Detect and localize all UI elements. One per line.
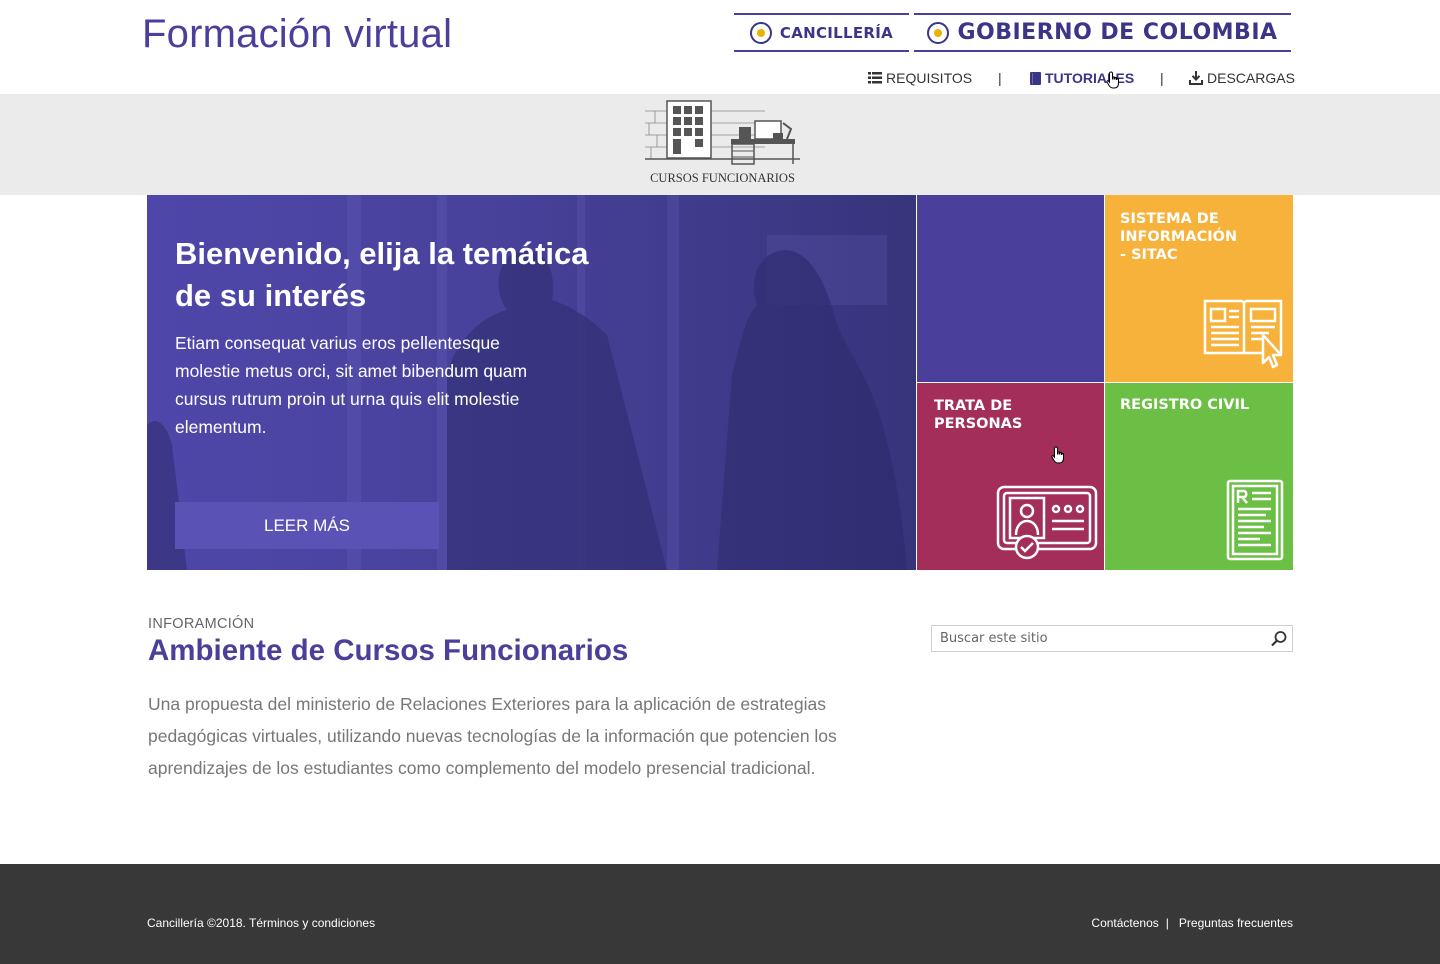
search-input[interactable] <box>932 626 1262 651</box>
section-body: Una propuesta del ministerio de Relacion… <box>148 694 837 778</box>
site-search <box>931 625 1293 652</box>
footer-contact-link[interactable]: Contáctenos <box>1091 916 1158 930</box>
download-icon <box>1189 71 1203 85</box>
gobierno-colombia-link[interactable]: GOBIERNO DE COLOMBIA <box>914 13 1291 52</box>
footer-separator: | <box>1165 916 1169 930</box>
section-title: Ambiente de Cursos Funcionarios <box>148 634 629 667</box>
cancilleria-link[interactable]: CANCILLERÍA <box>734 13 909 52</box>
hero-banner: Bienvenido, elija la temática de su inte… <box>147 195 916 570</box>
registry-document-icon <box>1226 479 1284 561</box>
nav-descargas-label: DESCARGAS <box>1207 70 1295 86</box>
hero-title: Bienvenido, elija la temática de su inte… <box>175 236 589 313</box>
newspaper-cursor-icon <box>1203 299 1283 369</box>
leer-mas-button[interactable]: LEER MÁS <box>175 502 439 549</box>
top-nav: REQUISITOS | TUTORIALES | DESCARGAS <box>866 70 1295 88</box>
book-icon <box>1030 71 1041 85</box>
footer-faq-link[interactable]: Preguntas frecuentes <box>1179 916 1293 930</box>
tile-trata-de-personas[interactable]: TRATA DE PERSONAS <box>917 383 1104 570</box>
site-footer: Cancillería ©2018. Términos y condicione… <box>0 864 1440 964</box>
colombia-seal-icon <box>927 21 950 44</box>
logo-caption: CURSOS FUNCIONARIOS <box>650 171 795 185</box>
nav-descargas[interactable]: DESCARGAS <box>1189 70 1295 86</box>
id-card-icon <box>996 485 1098 560</box>
tile-registro-civil[interactable]: REGISTRO CIVIL <box>1105 383 1293 570</box>
search-icon[interactable] <box>1270 630 1288 648</box>
tile-trata-label: TRATA DE PERSONAS <box>934 398 1023 432</box>
footer-copyright[interactable]: Cancillería ©2018. Términos y condicione… <box>147 916 375 930</box>
section-kicker: INFORAMCIÓN <box>148 616 255 632</box>
footer-links: Contáctenos | Preguntas frecuentes <box>1091 916 1293 930</box>
gobierno-label: GOBIERNO DE COLOMBIA <box>957 20 1278 45</box>
site-title: Formación virtual <box>142 12 453 56</box>
nav-separator: | <box>998 70 1002 86</box>
nav-requisitos[interactable]: REQUISITOS <box>868 70 972 86</box>
nav-separator: | <box>1160 70 1164 86</box>
tile-blank[interactable] <box>917 195 1104 382</box>
hand-cursor-icon <box>1051 446 1064 464</box>
hand-cursor-icon <box>1106 71 1119 89</box>
tile-registro-label: REGISTRO CIVIL <box>1120 397 1250 413</box>
tile-sitac-label: SISTEMA DE INFORMACIÓN - SITAC <box>1120 211 1238 263</box>
cursos-funcionarios-logo: CURSOS FUNCIONARIOS <box>645 99 800 191</box>
colombia-seal-icon <box>749 21 772 44</box>
cancilleria-label: CANCILLERÍA <box>779 23 894 42</box>
nav-requisitos-label: REQUISITOS <box>886 70 973 86</box>
hero-text: Etiam consequat varius eros pellentesque… <box>175 333 528 437</box>
list-icon <box>868 72 882 84</box>
tile-sitac[interactable]: SISTEMA DE INFORMACIÓN - SITAC <box>1105 195 1293 382</box>
